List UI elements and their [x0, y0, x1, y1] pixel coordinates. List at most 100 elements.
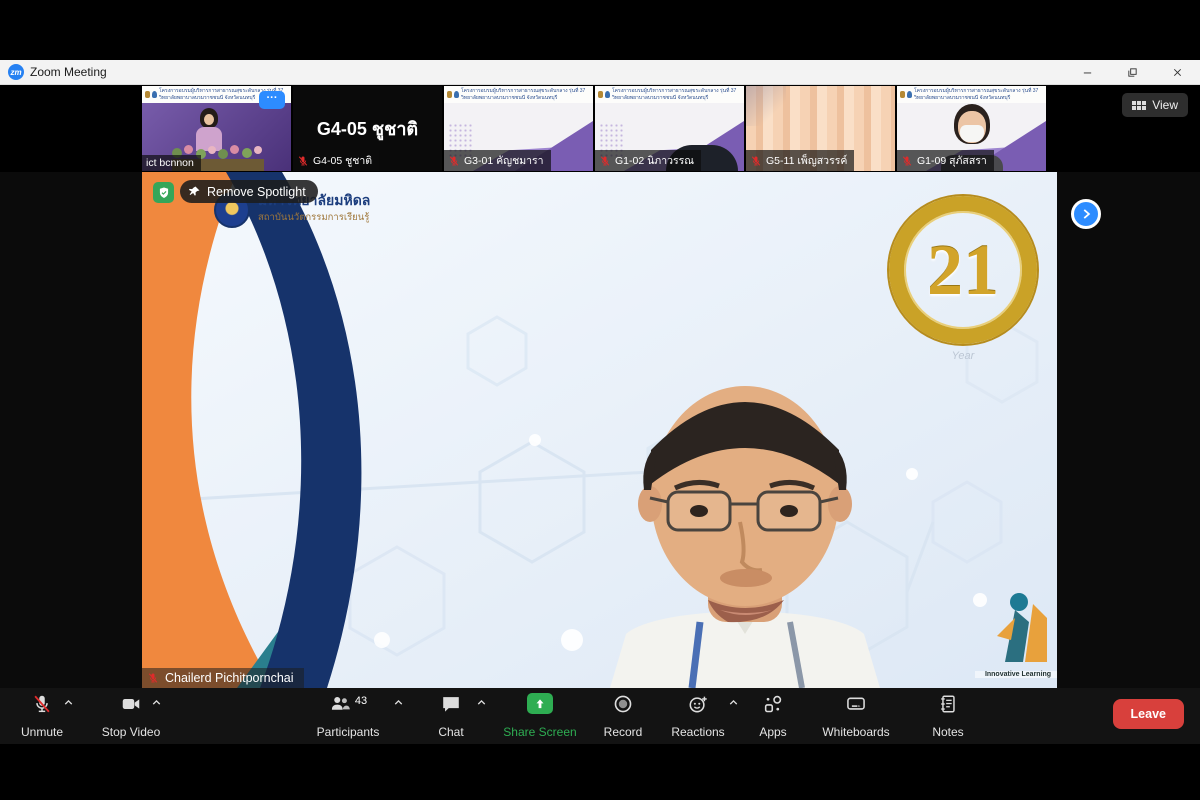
participant-name-tag: G4-05 ชูชาติ: [293, 150, 379, 171]
banner-logo-icon: [598, 91, 603, 98]
banner-text-line2: วิทยาลัยพยาบาลบรมราชชนนี จังหวัดนนทบุรี: [612, 95, 736, 101]
participant-name: G5-11 เพ็ญสวรรค์: [766, 152, 847, 169]
close-button[interactable]: [1155, 60, 1200, 84]
participant-name: ict bcnnon: [146, 157, 194, 169]
notes-button[interactable]: Notes: [916, 693, 980, 739]
participant-name: G3-01 คัญชมารา: [464, 152, 544, 169]
record-icon: [612, 693, 634, 715]
video-tile[interactable]: โครงการอบรมผู้บริหารการสาธารณสุขระดับกลา…: [444, 86, 593, 171]
slide-banner: โครงการอบรมผู้บริหารการสาธารณสุขระดับกลา…: [595, 86, 744, 103]
meeting-toolbar: Unmute Stop Video 43 Participants Chat S…: [0, 688, 1200, 744]
mic-muted-icon: [297, 155, 309, 167]
institute-name: สถาบันนวัตกรรมการเรียนรู้: [258, 210, 370, 225]
camera-icon: [120, 693, 142, 715]
pin-icon: [188, 185, 201, 198]
mic-muted-icon: [147, 672, 159, 684]
participant-name-tag: G1-02 นิภาวรรณ: [595, 150, 701, 171]
banner-text-line1: โครงการอบรมผู้บริหารการสาธารณสุขระดับกลา…: [461, 88, 585, 94]
minimize-button[interactable]: [1065, 60, 1110, 84]
banner-logo-icon: [454, 91, 459, 98]
apps-button[interactable]: Apps: [741, 693, 805, 739]
whiteboard-icon: [845, 693, 867, 715]
mic-muted-icon: [31, 693, 53, 715]
presenter-face: [204, 114, 214, 125]
video-filmstrip: โครงการอบรมผู้บริหารการสาธารณสุขระดับกลา…: [0, 85, 1200, 172]
speaker-name-tag: Chailerd Pichitpornchai: [142, 668, 304, 688]
participant-name: G1-02 นิภาวรรณ: [615, 152, 694, 169]
participant-name-tag: G5-11 เพ็ญสวรรค์: [746, 150, 854, 171]
view-label: View: [1152, 98, 1178, 112]
anniversary-badge: 21: [883, 190, 1043, 350]
whiteboards-button[interactable]: Whiteboards: [812, 693, 900, 739]
window-titlebar: zm Zoom Meeting: [0, 60, 1200, 85]
speaker-portrait: [580, 372, 910, 688]
share-screen-icon: [527, 693, 553, 714]
participants-options-chevron[interactable]: [392, 696, 408, 712]
whiteboards-label: Whiteboards: [822, 725, 889, 739]
participants-count-badge: 43: [355, 695, 367, 707]
restore-button[interactable]: [1110, 60, 1155, 84]
record-button[interactable]: Record: [591, 693, 655, 739]
video-options-chevron[interactable]: [150, 696, 166, 712]
participants-button[interactable]: 43 Participants: [300, 693, 396, 739]
gallery-view-icon: [1132, 101, 1146, 110]
chat-options-chevron[interactable]: [475, 696, 491, 712]
video-tile-presenter[interactable]: โครงการอบรมผู้บริหารการสาธารณสุขระดับกลา…: [142, 86, 291, 171]
anniversary-caption: Year: [883, 350, 1043, 362]
audio-options-chevron[interactable]: [62, 696, 78, 712]
mic-muted-icon: [448, 155, 460, 167]
banner-text-line1: โครงการอบรมผู้บริหารการสาธารณสุขระดับกลา…: [914, 88, 1038, 94]
encryption-shield-icon[interactable]: [153, 182, 174, 203]
participant-display-name: G4-05 ชูชาติ: [317, 114, 418, 143]
curtain-shadow: [746, 86, 786, 126]
unmute-label: Unmute: [21, 725, 63, 739]
meeting-window: โครงการอบรมผู้บริหารการสาธารณสุขระดับกลา…: [0, 85, 1200, 744]
reactions-button[interactable]: Reactions: [662, 693, 734, 739]
tile-more-options-button[interactable]: ···: [259, 91, 285, 109]
participants-label: Participants: [317, 725, 380, 739]
innovative-learning-logo: Innovative Learning: [975, 592, 1057, 680]
banner-text-line2: วิทยาลัยพยาบาลบรมราชชนนี จังหวัดนนทบุรี: [914, 95, 1038, 101]
mic-muted-icon: [750, 155, 762, 167]
video-tile[interactable]: โครงการอบรมผู้บริหารการสาธารณสุขระดับกลา…: [897, 86, 1046, 171]
chat-button[interactable]: Chat: [419, 693, 483, 739]
banner-logo-icon: [605, 91, 610, 98]
mic-muted-icon: [901, 155, 913, 167]
notes-label: Notes: [932, 725, 963, 739]
share-screen-button[interactable]: Share Screen: [490, 693, 590, 739]
speaker-name: Chailerd Pichitpornchai: [165, 671, 294, 685]
banner-logo-icon: [145, 91, 150, 98]
brand-caption: Innovative Learning: [975, 671, 1057, 678]
participant-name-tag: ict bcnnon: [142, 155, 201, 171]
participant-name: G1-09 สุภัสสรา: [917, 152, 987, 169]
participant-name-tag: G3-01 คัญชมารา: [444, 150, 551, 171]
remove-spotlight-button[interactable]: Remove Spotlight: [180, 180, 318, 203]
remove-spotlight-label: Remove Spotlight: [207, 185, 306, 199]
slide-banner: โครงการอบรมผู้บริหารการสาธารณสุขระดับกลา…: [897, 86, 1046, 103]
video-tile[interactable]: โครงการอบรมผู้บริหารการสาธารณสุขระดับกลา…: [595, 86, 744, 171]
banner-text-line1: โครงการอบรมผู้บริหารการสาธารณสุขระดับกลา…: [612, 88, 736, 94]
banner-logo-icon: [900, 91, 905, 98]
participant-name-tag: G1-09 สุภัสสรา: [897, 150, 994, 171]
banner-logo-icon: [447, 91, 452, 98]
banner-text-line2: วิทยาลัยพยาบาลบรมราชชนนี จังหวัดนนทบุรี: [461, 95, 585, 101]
leave-button[interactable]: Leave: [1113, 699, 1184, 729]
filmstrip-next-page-button[interactable]: [1071, 199, 1101, 229]
reactions-label: Reactions: [671, 725, 724, 739]
slide-banner: โครงการอบรมผู้บริหารการสาธารณสุขระดับกลา…: [444, 86, 593, 103]
notes-icon: [937, 693, 959, 715]
mic-muted-icon: [599, 155, 611, 167]
spotlight-video[interactable]: มหาวิทยาลัยมหิดล สถาบันนวัตกรรมการเรียนร…: [142, 172, 1057, 688]
view-button[interactable]: View: [1122, 93, 1188, 117]
apps-icon: [762, 693, 784, 715]
video-tile[interactable]: G5-11 เพ็ญสวรรค์: [746, 86, 895, 171]
participant-name: G4-05 ชูชาติ: [313, 152, 372, 169]
video-tile[interactable]: G4-05 ชูชาติ G4-05 ชูชาติ: [293, 86, 442, 171]
anniversary-number: 21: [883, 190, 1043, 350]
zoom-app-icon: zm: [8, 64, 24, 80]
chat-label: Chat: [438, 725, 463, 739]
window-title: Zoom Meeting: [30, 65, 107, 79]
participants-icon: [329, 693, 351, 715]
apps-label: Apps: [759, 725, 786, 739]
share-screen-label: Share Screen: [503, 725, 576, 739]
